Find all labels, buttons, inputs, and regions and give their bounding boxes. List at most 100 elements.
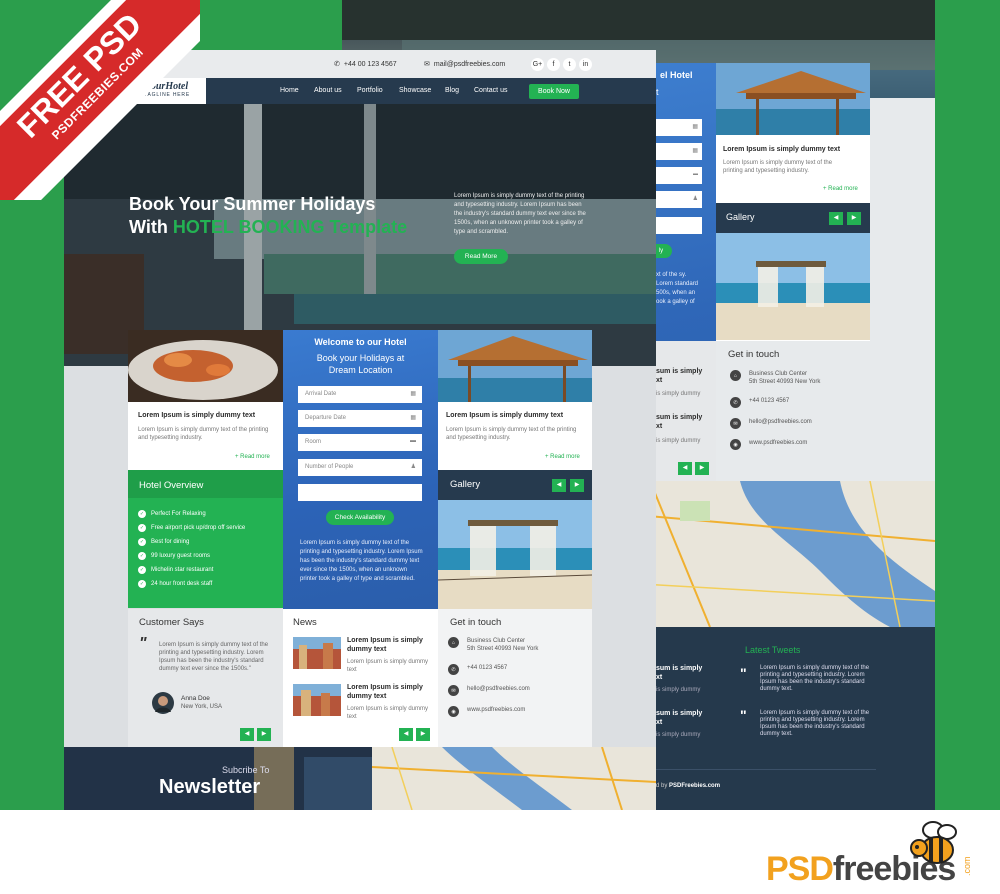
- read-more-button[interactable]: Read More: [454, 249, 508, 264]
- nav-showcase[interactable]: Showcase: [399, 87, 431, 94]
- back-email[interactable]: hello@psdfreebies.com: [749, 418, 812, 426]
- testimonial-prev-button[interactable]: ◀: [240, 728, 254, 741]
- back-web[interactable]: www.psdfreebies.com: [749, 439, 807, 447]
- book-now-button[interactable]: Book Now: [529, 84, 579, 99]
- check-availability-button[interactable]: Check Availability: [326, 510, 394, 525]
- back-gallery-prev-button[interactable]: ◀: [829, 212, 843, 225]
- departure-date-input[interactable]: Departure Date ▦: [298, 410, 422, 427]
- contact-phone: +44 0123 4567: [467, 665, 508, 671]
- hero-description: Lorem Ipsum is simply dummy text of the …: [454, 193, 586, 235]
- news-next-button[interactable]: ▶: [416, 728, 430, 741]
- back-welcome-text: xt of the sy. Lorem standard 500s, when …: [656, 272, 699, 305]
- calendar-icon: ▦: [410, 391, 416, 397]
- brand-psd: PSD: [766, 850, 834, 888]
- testimonial-location: New York, USA: [181, 704, 223, 710]
- nav-home[interactable]: Home: [280, 87, 299, 94]
- room-select[interactable]: Room ▬: [298, 434, 422, 451]
- calendar-icon: ▦: [410, 415, 416, 421]
- location-icon: ⌂: [448, 637, 459, 648]
- overview-item: 24 hour front desk staff: [151, 581, 213, 587]
- back-news-next-button[interactable]: ▶: [695, 462, 709, 475]
- mail-icon: ✉: [448, 685, 459, 696]
- free-psd-banner: FREE PSD PSDFREEBIES.COM: [0, 0, 200, 200]
- news-item-title[interactable]: Lorem Ipsum is simply dummy text: [347, 636, 431, 654]
- news-image: [293, 637, 341, 669]
- facebook-icon[interactable]: f: [547, 58, 560, 71]
- gallery-image: [438, 500, 592, 609]
- back-field[interactable]: [656, 217, 702, 234]
- card-right-read-more[interactable]: + Read more: [545, 454, 580, 460]
- back-field[interactable]: ▦: [656, 119, 702, 136]
- phone-icon: ✆: [334, 61, 340, 68]
- linkedin-icon[interactable]: in: [579, 58, 592, 71]
- feature-card-right: Lorem Ipsum is simply dummy text Lorem I…: [438, 330, 592, 470]
- bed-icon: ▬: [410, 438, 416, 444]
- back-news-prev-button[interactable]: ◀: [678, 462, 692, 475]
- back-logo-fragment: el Hotel: [660, 70, 693, 80]
- gallery-header: Gallery ◀ ▶: [438, 470, 592, 500]
- nav-about-us[interactable]: About us: [314, 87, 342, 94]
- quote-icon: ": [139, 635, 147, 652]
- feature-card-left: Lorem Ipsum is simply dummy text Lorem I…: [128, 330, 283, 470]
- back-address-line2: 5th Street 40993 New York: [749, 379, 821, 385]
- card-left-text: Lorem Ipsum is simply dummy text of the …: [138, 427, 269, 441]
- arrival-date-input[interactable]: Arrival Date ▦: [298, 386, 422, 403]
- nav-contact-us[interactable]: Contact us: [474, 87, 507, 94]
- contact-email[interactable]: hello@psdfreebies.com: [467, 685, 530, 693]
- back-gallery-title: Gallery: [726, 212, 755, 222]
- card-right-title: Lorem Ipsum is simply dummy text: [446, 412, 564, 419]
- contact-section: Get in touch ⌂ Business Club Center 5th St…: [438, 609, 592, 747]
- hotel-overview: Hotel Overview ✓ Perfect For Relaxing ✓ Fr…: [128, 470, 283, 608]
- overview-title: Hotel Overview: [139, 480, 204, 491]
- extra-input[interactable]: [298, 484, 422, 501]
- back-news-title: sum is simply: [656, 368, 703, 375]
- hero-title-line2: With HOTEL BOOKING Template: [129, 217, 408, 237]
- booking-subtitle-line2: Dream Location: [328, 365, 393, 375]
- back-resort-image: [716, 63, 870, 135]
- back-subtitle-fragment: t: [656, 87, 659, 97]
- back-globe-icon: ◉: [730, 439, 741, 450]
- top-email[interactable]: mail@psdfreebies.com: [434, 61, 505, 68]
- back-gallery-image: [716, 233, 870, 340]
- testimonial-next-button[interactable]: ▶: [257, 728, 271, 741]
- back-field[interactable]: ▬: [656, 167, 702, 184]
- gallery-next-button[interactable]: ▶: [570, 479, 584, 492]
- card-left-read-more[interactable]: + Read more: [235, 454, 270, 460]
- phone-icon: ✆: [448, 664, 459, 675]
- back-tweets-title: Latest Tweets: [745, 645, 801, 655]
- back-footer-news-text: is simply dummy: [656, 687, 701, 693]
- avatar: [152, 692, 174, 714]
- contact-web[interactable]: www.psdfreebies.com: [467, 706, 525, 714]
- booking-subtitle-line1: Book your Holidays at: [316, 353, 405, 363]
- nav-blog[interactable]: Blog: [445, 87, 459, 94]
- overview-header: Hotel Overview: [128, 470, 283, 498]
- quote-icon: ": [740, 665, 747, 681]
- back-footer-news-title: sum is simply: [656, 665, 703, 672]
- news-item-text: Lorem Ipsum is simply dummy text: [347, 706, 429, 720]
- card-left-title: Lorem Ipsum is simply dummy text: [138, 412, 256, 419]
- gallery-title: Gallery: [450, 479, 481, 490]
- back-phone-icon: ✆: [730, 397, 741, 408]
- booking-text: Lorem Ipsum is simply dummy text of the …: [300, 540, 423, 582]
- news-item-title[interactable]: Lorem Ipsum is simply dummy text: [347, 683, 431, 701]
- back-footer-credit: d by PSDFreebies.com: [656, 783, 721, 789]
- twitter-icon[interactable]: t: [563, 58, 576, 71]
- nav-portfolio[interactable]: Portfolio: [357, 87, 383, 94]
- news-prev-button[interactable]: ◀: [399, 728, 413, 741]
- google-plus-icon[interactable]: G+: [531, 58, 544, 71]
- back-gallery-next-button[interactable]: ▶: [847, 212, 861, 225]
- overview-item: 99 luxury guest rooms: [151, 553, 211, 559]
- gallery-prev-button[interactable]: ◀: [552, 479, 566, 492]
- back-read-more-link[interactable]: + Read more: [823, 186, 858, 192]
- check-icon: ✓: [138, 510, 146, 518]
- testimonial-section: Customer Says " Lorem Ipsum is simply du…: [128, 609, 283, 747]
- back-field[interactable]: ▦: [656, 143, 702, 160]
- people-input[interactable]: Number of People ♟: [298, 459, 422, 476]
- newsletter-section: Subcribe To Newsletter: [64, 747, 372, 810]
- check-icon: ✓: [138, 524, 146, 532]
- back-contact-panel: Get in touch ⌂ Business Club Center 5th St…: [716, 341, 935, 481]
- back-field[interactable]: ♟: [656, 191, 702, 208]
- back-phone: +44 0123 4567: [749, 398, 790, 404]
- quote-icon: ": [740, 707, 747, 723]
- check-icon: ✓: [138, 566, 146, 574]
